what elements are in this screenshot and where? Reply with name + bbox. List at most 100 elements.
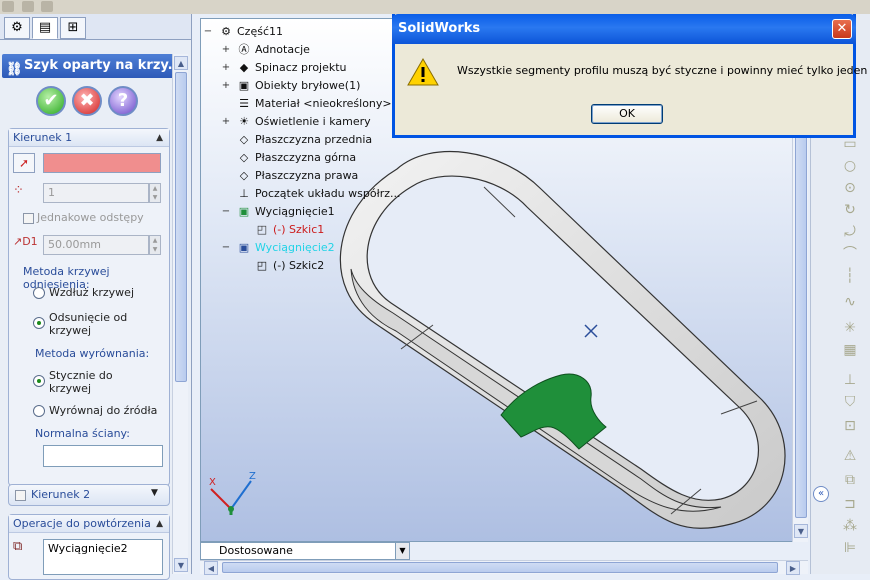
collapse-toolbar-icon[interactable]: « — [813, 486, 829, 502]
help-button[interactable]: ? — [108, 86, 138, 116]
grid-icon[interactable]: ▦ — [839, 340, 861, 360]
close-icon: ✕ — [836, 21, 848, 36]
tree-item-front-plane[interactable]: ◇ Płaszczyzna przednia — [237, 131, 372, 149]
tree-item-origin[interactable]: ⊥ Początek układu współrz... — [237, 185, 400, 203]
three-point-arc-icon[interactable]: ⌒ — [839, 244, 861, 264]
equal-spacing-checkbox[interactable] — [23, 213, 34, 224]
toolbar-icon[interactable] — [2, 1, 14, 12]
scroll-left-icon[interactable]: ◀ — [204, 561, 218, 575]
tangent-arc-icon[interactable]: ⤾ — [839, 222, 861, 242]
expand-arrow-icon[interactable]: ▼ — [151, 488, 158, 498]
dimension-icon[interactable]: ⊥ — [839, 370, 861, 390]
arc-icon[interactable]: ↻ — [839, 200, 861, 220]
tree-item-root[interactable]: − ⚙ Część11 — [204, 23, 283, 41]
tab-property-manager[interactable]: ▤ — [32, 17, 58, 39]
expand-icon[interactable]: + — [221, 59, 231, 77]
tree-item-right-plane[interactable]: ◇ Płaszczyzna prawa — [237, 167, 359, 185]
centerline-icon[interactable]: ┆ — [839, 266, 861, 286]
tree-item-material[interactable]: ☰ Materiał <nieokreślony> — [237, 95, 392, 113]
copy-icon[interactable]: ⧉ — [839, 470, 861, 490]
collapse-arrow-icon[interactable]: ▲ — [156, 515, 163, 533]
instances-count-input[interactable]: 1 — [43, 183, 149, 203]
instances-icon: ⁘ — [13, 183, 24, 198]
relation-icon[interactable]: ⛉ — [839, 392, 861, 412]
collapse-icon[interactable]: − — [203, 23, 213, 41]
axis-x-label: X — [209, 477, 216, 488]
scroll-down-icon[interactable]: ▼ — [794, 524, 808, 538]
tree-item-sketch2[interactable]: ◰ (-) Szkic2 — [255, 257, 324, 275]
mirror-icon[interactable]: ⊐ — [839, 494, 861, 514]
trim-icon[interactable]: ⊡ — [839, 416, 861, 436]
warning-icon[interactable]: ⚠ — [839, 446, 861, 466]
pattern-icon[interactable]: ⁂ — [839, 516, 861, 536]
tab-configuration-manager[interactable]: ⊞ — [60, 17, 86, 39]
view-style-combo[interactable]: Dostosowane ▼ — [200, 542, 410, 560]
check-icon: ✔ — [43, 90, 59, 111]
offset-curve-radio[interactable] — [33, 317, 45, 329]
expand-icon[interactable]: + — [221, 41, 231, 59]
plane-icon: ◇ — [239, 133, 249, 146]
toolbar-icon[interactable] — [21, 1, 34, 12]
tree-label: (-) Szkic2 — [273, 259, 325, 272]
group-title: Kierunek 1 — [13, 131, 73, 144]
spacing-spinner[interactable]: ▲ ▼ — [149, 235, 161, 255]
features-list-item[interactable]: Wyciągnięcie2 — [48, 542, 128, 555]
scroll-up-icon[interactable]: ▲ — [174, 56, 188, 70]
spline-icon[interactable]: ∿ — [839, 292, 861, 312]
curve-selection-field[interactable] — [43, 153, 161, 173]
tree-item-annotations[interactable]: + Ⓐ Adnotacje — [222, 41, 310, 59]
tree-label: (-) Szkic1 — [273, 223, 325, 236]
scroll-thumb[interactable] — [175, 72, 187, 382]
group-header-features[interactable]: Operacje do powtórzenia ▲ — [9, 515, 169, 533]
error-dialog: SolidWorks ✕ Wszystkie segmenty profilu … — [392, 14, 870, 138]
group-kierunek-2[interactable]: Kierunek 2 ▼ — [8, 484, 170, 506]
ok-button[interactable]: OK — [591, 104, 663, 124]
collapse-icon[interactable]: − — [221, 239, 231, 257]
plane-icon: ◇ — [239, 151, 249, 164]
align-source-radio[interactable] — [33, 405, 45, 417]
pm-scrollbar[interactable]: ▲ ▼ — [172, 54, 188, 574]
toolbar-icon[interactable] — [41, 1, 53, 12]
chevron-down-icon[interactable]: ▼ — [395, 543, 409, 559]
features-list[interactable]: Wyciągnięcie2 — [43, 539, 163, 575]
configuration-icon: ⊞ — [67, 20, 79, 35]
collapse-arrow-icon[interactable]: ▲ — [156, 129, 163, 147]
spacing-input[interactable]: 50.00mm — [43, 235, 149, 255]
group-header-kierunek-1[interactable]: Kierunek 1 ▲ — [9, 129, 169, 147]
ok-button[interactable]: ✔ — [36, 86, 66, 116]
cancel-button[interactable]: ✖ — [72, 86, 102, 116]
viewport-horizontal-scrollbar[interactable]: ◀ ▶ — [200, 560, 808, 575]
face-normal-input[interactable] — [43, 445, 163, 467]
tree-item-extrude2[interactable]: − ▣ Wyciągnięcie2 — [222, 239, 335, 257]
circle-icon[interactable]: ○ — [839, 156, 861, 176]
dialog-title-bar: SolidWorks ✕ — [392, 14, 856, 44]
along-curve-label: Wzdłuż krzywej — [49, 286, 134, 299]
tree-item-extrude1[interactable]: − ▣ Wyciągnięcie1 — [222, 203, 335, 221]
close-button[interactable]: ✕ — [832, 19, 852, 39]
reverse-direction-button[interactable]: ➚ — [13, 153, 35, 173]
scroll-down-icon[interactable]: ▼ — [174, 558, 188, 572]
expand-icon[interactable]: + — [221, 77, 231, 95]
tree-label: Wyciągnięcie2 — [255, 241, 335, 254]
tree-item-solid-bodies[interactable]: + ▣ Obiekty bryłowe(1) — [222, 77, 361, 95]
offset-icon[interactable]: ⊫ — [839, 538, 861, 558]
scroll-right-icon[interactable]: ▶ — [786, 561, 800, 575]
scroll-thumb[interactable] — [222, 562, 778, 573]
expand-icon[interactable]: + — [221, 113, 231, 131]
tree-item-lights-cameras[interactable]: + ☀ Oświetlenie i kamery — [222, 113, 371, 131]
along-curve-radio[interactable] — [33, 287, 45, 299]
tangent-radio[interactable] — [33, 375, 45, 387]
tab-feature-manager[interactable]: ⚙ — [4, 17, 30, 39]
help-icon: ? — [117, 90, 129, 111]
point-star-icon[interactable]: ✳ — [839, 318, 861, 338]
top-toolbar-strip — [0, 0, 870, 14]
kierunek-2-checkbox[interactable] — [15, 490, 26, 501]
tree-label: Materiał <nieokreślony> — [255, 97, 392, 110]
point-icon[interactable]: ⊙ — [839, 178, 861, 198]
tree-item-design-binder[interactable]: + ◆ Spinacz projektu — [222, 59, 347, 77]
collapse-icon[interactable]: − — [221, 203, 231, 221]
tree-item-sketch1[interactable]: ◰ (-) Szkic1 — [255, 221, 324, 239]
instances-spinner[interactable]: ▲ ▼ — [149, 183, 161, 203]
tree-item-top-plane[interactable]: ◇ Płaszczyzna górna — [237, 149, 356, 167]
tree-label: Adnotacje — [255, 43, 310, 56]
